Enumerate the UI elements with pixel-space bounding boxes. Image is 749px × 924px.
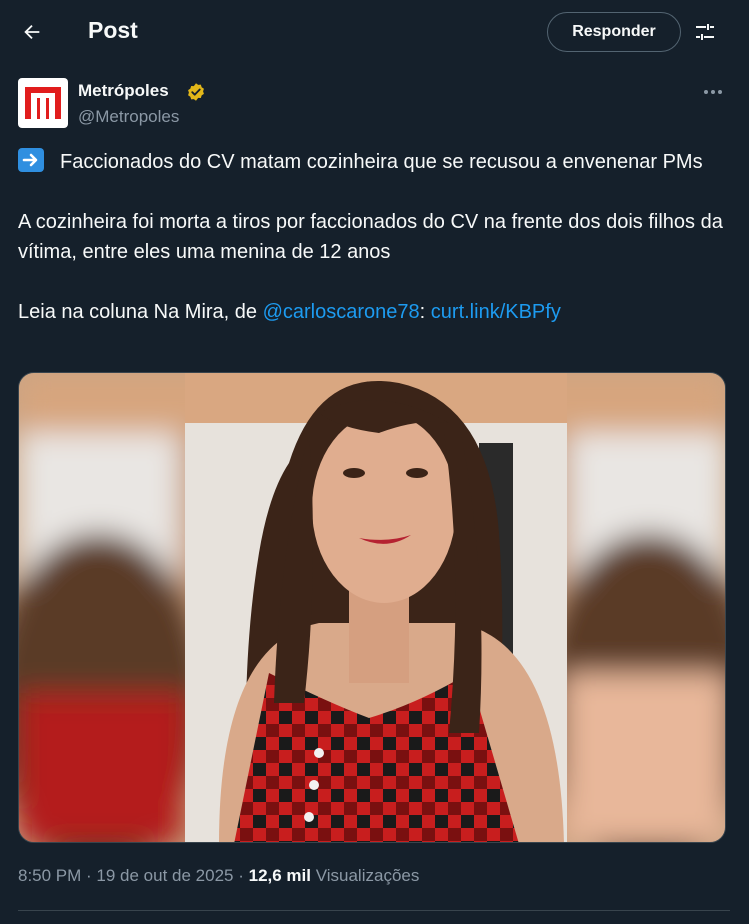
more-dots-icon [704, 90, 722, 94]
author-name[interactable]: Metrópoles [78, 81, 169, 101]
meta-separator-2: · [233, 866, 249, 885]
tweet-headline: Faccionados do CV matam cozinheira que s… [18, 147, 730, 177]
more-options-button[interactable] [698, 82, 728, 102]
author-row: Metrópoles @Metropoles [18, 78, 728, 130]
woman-photo-image [19, 373, 725, 842]
views-label: Visualizações [315, 866, 420, 885]
post-meta: 8:50 PM · 19 de out de 2025 · 12,6 mil V… [18, 866, 419, 886]
separator: : [419, 301, 431, 323]
right-arrow-emoji-icon [18, 148, 44, 172]
post-image[interactable] [18, 372, 726, 843]
author-handle[interactable]: @Metropoles [78, 107, 179, 127]
reply-button[interactable]: Responder [547, 12, 681, 52]
meta-separator-1: · [81, 866, 97, 885]
post-date[interactable]: 19 de out de 2025 [96, 866, 233, 885]
tweet-paragraph-2: A cozinheira foi morta a tiros por facci… [18, 211, 723, 263]
tweet-paragraph-3-prefix: Leia na coluna Na Mira, de [18, 301, 263, 323]
page-title: Post [88, 17, 138, 43]
tweet-paragraph-3: Leia na coluna Na Mira, de @carloscarone… [18, 297, 730, 327]
mention-link[interactable]: @carloscarone78 [263, 301, 420, 323]
avatar[interactable] [18, 78, 68, 128]
article-link[interactable]: curt.link/KBPfy [431, 301, 561, 323]
settings-sliders-icon [696, 24, 714, 40]
post-time[interactable]: 8:50 PM [18, 866, 81, 885]
metropoles-logo-icon [21, 81, 65, 125]
tweet-line-1: Faccionados do CV matam cozinheira que s… [60, 151, 703, 173]
views-count: 12,6 mil [248, 866, 311, 885]
back-arrow-icon [24, 24, 40, 40]
divider [18, 910, 730, 911]
verified-badge-icon [188, 83, 204, 101]
top-bar: Post Responder [0, 0, 749, 64]
settings-button[interactable] [690, 16, 720, 48]
back-button[interactable] [12, 12, 52, 52]
tweet-text: Faccionados do CV matam cozinheira que s… [18, 147, 730, 327]
